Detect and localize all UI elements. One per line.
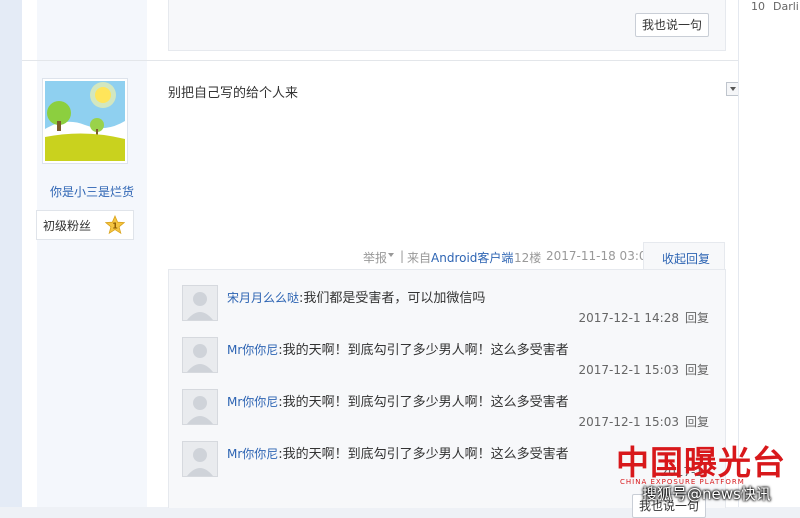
reply-item: 宋月月么么哒:我们都是受害者，可以加微信吗 2017-12-1 14:28 回复 <box>169 270 725 325</box>
reply-username[interactable]: Mr你你尼 <box>227 395 278 409</box>
default-avatar-icon[interactable] <box>182 389 218 425</box>
previous-reply-box: 我也说一句 <box>168 0 726 51</box>
watermark-source: 搜狐号@news快讯 <box>642 485 771 503</box>
default-avatar-icon[interactable] <box>182 285 218 321</box>
level-star-icon: 1 <box>104 214 126 238</box>
floor-number: 12楼 <box>514 251 542 265</box>
reply-text: :我的天啊！到底勾引了多少男人啊！这么多受害者 <box>278 447 569 462</box>
reply-username[interactable]: Mr你你尼 <box>227 343 278 357</box>
meta-divider: | <box>400 249 405 263</box>
reply-button-previous[interactable]: 我也说一句 <box>635 13 709 37</box>
report-caret-icon[interactable] <box>388 253 394 257</box>
default-avatar-icon[interactable] <box>182 441 218 477</box>
author-sidebar <box>37 0 147 507</box>
collapse-replies-label[interactable]: 收起回复 <box>662 250 710 267</box>
watermark: 中国曝光台 CHINA EXPOSURE PLATFORM 搜狐号@news快讯 <box>614 436 800 507</box>
author-name[interactable]: 你是小三是烂货 <box>22 183 162 200</box>
post-time: 2017-11-18 03:04 <box>546 249 655 263</box>
post-separator <box>22 60 738 61</box>
right-ranking-column: 10 Darli <box>738 0 800 507</box>
collapse-replies-tab[interactable]: 收起回复 <box>643 242 725 271</box>
fan-level-label: 初级粉丝 <box>43 219 92 233</box>
fan-level-badge: 初级粉丝 1 <box>36 210 134 240</box>
post-content: 别把自己写的给个人来 <box>168 86 299 101</box>
landscape-avatar-icon <box>45 81 125 161</box>
reply-item: Mr你你尼:我的天啊！到底勾引了多少男人啊！这么多受害者 2017-12-1 1… <box>169 322 725 377</box>
level-number: 1 <box>112 222 118 231</box>
reply-item: Mr你你尼:我的天啊！到底勾引了多少男人啊！这么多受害者 2017-12-1 1… <box>169 374 725 429</box>
default-avatar-icon[interactable] <box>182 337 218 373</box>
post-page: 我也说一句 你是小三是烂货 初级粉丝 1 别把自己写的给个人来 举报 | 来自A… <box>22 0 740 518</box>
left-edge-strip <box>0 0 22 507</box>
reply-text: :我的天啊！到底勾引了多少男人啊！这么多受害者 <box>278 343 569 358</box>
reply-text: :我们都是受害者，可以加微信吗 <box>299 291 486 306</box>
reply-username[interactable]: Mr你你尼 <box>227 447 278 461</box>
source-app-link[interactable]: Android客户端 <box>431 251 513 265</box>
source-prefix: 来自 <box>407 251 432 265</box>
ranking-item[interactable]: 10 Darli <box>751 0 799 13</box>
reply-username[interactable]: 宋月月么么哒 <box>227 291 299 305</box>
post-source: 来自Android客户端 <box>407 249 513 266</box>
report-link[interactable]: 举报 <box>363 249 387 266</box>
author-avatar[interactable] <box>42 78 128 164</box>
ranking-number: 10 <box>751 0 765 13</box>
watermark-logo: 中国曝光台 <box>616 443 786 482</box>
ranking-name[interactable]: Darli <box>773 0 799 13</box>
reply-text: :我的天啊！到底勾引了多少男人啊！这么多受害者 <box>278 395 569 410</box>
